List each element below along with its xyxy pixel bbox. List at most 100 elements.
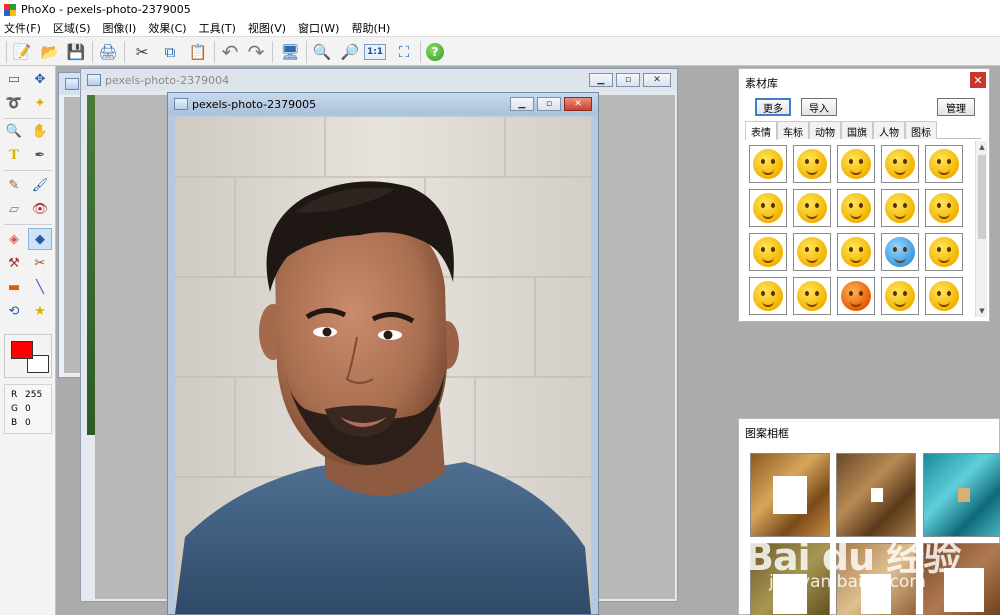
manage-button[interactable]: 管理 [937,98,975,116]
emoji-cell[interactable] [925,233,963,271]
scroll-up-icon[interactable]: ▲ [976,141,988,153]
minimize-button[interactable]: ▁ [589,73,613,87]
tab-emoji[interactable]: 表情 [745,121,777,140]
document-window-middle-titlebar[interactable]: pexels-photo-2379004 ▁ ▫ ✕ [81,69,677,91]
emoji-cell[interactable] [881,233,919,271]
zoom-out-button[interactable]: 🔎 [338,40,362,64]
hand-tool[interactable]: ✋ [28,120,52,142]
frame-thumbnail[interactable] [836,543,916,615]
frame-thumbnail[interactable] [923,453,1000,537]
emoji-cell[interactable] [837,145,875,183]
toolbar-separator [124,41,125,63]
emoji-cell[interactable] [793,189,831,227]
color-selector[interactable] [4,334,52,378]
stamp-tool[interactable]: ⚒ [2,252,26,274]
fill-tool[interactable]: ◈ [2,228,26,250]
close-button[interactable]: ✕ [643,73,671,87]
save-button[interactable]: 💾 [64,40,88,64]
fit-window-button[interactable]: ⛶ [392,40,416,64]
emoji-cell[interactable] [749,277,787,315]
frame-thumbnail[interactable] [923,543,1000,615]
minimize-button[interactable]: ▁ [510,97,534,111]
emoji-cell[interactable] [881,189,919,227]
emoji-cell[interactable] [925,189,963,227]
rect-select-tool[interactable]: ▭ [2,68,26,90]
print-icon: 🖨 [98,42,118,61]
document-window-front-titlebar[interactable]: pexels-photo-2379005 ▁ ▫ ✕ [168,93,598,115]
emoji-cell[interactable] [925,145,963,183]
emoji-cell[interactable] [793,277,831,315]
menu-image[interactable]: 图像(I) [103,20,137,36]
undo-button[interactable]: ↶ [218,40,242,64]
emoji-cell[interactable] [749,189,787,227]
emoji-cell[interactable] [837,189,875,227]
tab-icon[interactable]: 图标 [905,121,937,139]
pencil-tool[interactable]: ✎ [2,174,26,196]
emoji-cell[interactable] [837,277,875,315]
open-button[interactable]: 📂 [38,40,62,64]
screen-capture-button[interactable]: 🖥 [278,40,302,64]
emoji-cell[interactable] [837,233,875,271]
menu-effect[interactable]: 效果(C) [148,20,186,36]
emoji-cell[interactable] [881,277,919,315]
paste-button[interactable]: 📋 [186,40,210,64]
menu-window[interactable]: 窗口(W) [298,20,339,36]
tab-animal[interactable]: 动物 [809,121,841,139]
frame-thumbnail[interactable] [836,453,916,537]
transform-tool[interactable]: ⟲ [2,300,26,322]
material-scrollbar[interactable]: ▲ ▼ [975,141,987,317]
menu-view[interactable]: 视图(V) [248,20,286,36]
line-tool[interactable]: ╲ [28,276,52,298]
brush-tool[interactable]: 🖌 [28,174,52,196]
lasso-tool[interactable]: ➰ [2,92,26,114]
menu-bar: 文件(F) 区域(S) 图像(I) 效果(C) 工具(T) 视图(V) 窗口(W… [0,19,1000,36]
menu-select[interactable]: 区域(S) [53,20,91,36]
red-eye-tool[interactable]: 👁 [28,198,52,220]
document-window-front[interactable]: pexels-photo-2379005 ▁ ▫ ✕ [167,92,599,615]
maximize-button[interactable]: ▫ [616,73,640,87]
tab-flag[interactable]: 国旗 [841,121,873,139]
shape-tool[interactable]: ★ [28,300,52,322]
photo-canvas[interactable] [175,117,591,614]
material-tool[interactable]: ◆ [28,228,52,250]
zoom-in-button[interactable]: 🔍 [310,40,334,64]
frame-thumbnail[interactable] [750,453,830,537]
move-tool[interactable]: ✥ [28,68,52,90]
emoji-face-icon [797,237,827,267]
close-icon[interactable]: ✕ [970,72,986,88]
cut-button[interactable]: ✂ [130,40,154,64]
actual-size-button[interactable]: 1:1 [364,44,386,60]
menu-tools[interactable]: 工具(T) [199,20,236,36]
gradient-tool[interactable]: ▬ [2,276,26,298]
foreground-color-swatch[interactable] [11,341,33,359]
emoji-cell[interactable] [793,145,831,183]
emoji-cell[interactable] [925,277,963,315]
import-button[interactable]: 导入 [801,98,837,116]
scroll-down-icon[interactable]: ▼ [976,305,988,317]
magic-wand-tool[interactable]: ✦ [28,92,52,114]
emoji-cell[interactable] [881,145,919,183]
eyedropper-tool[interactable]: ✒ [28,144,52,166]
more-button[interactable]: 更多 [755,98,791,116]
scissors-tool[interactable]: ✂ [28,252,52,274]
help-button[interactable]: ? [426,43,444,61]
close-button[interactable]: ✕ [564,97,592,111]
menu-file[interactable]: 文件(F) [4,20,41,36]
print-button[interactable]: 🖨 [96,40,120,64]
emoji-cell[interactable] [793,233,831,271]
eraser-tool[interactable]: ▱ [2,198,26,220]
emoji-cell[interactable] [749,145,787,183]
tab-car-logo[interactable]: 车标 [777,121,809,139]
new-button[interactable]: 📝 [10,40,34,64]
tab-people[interactable]: 人物 [873,121,905,139]
frame-thumbnail[interactable] [750,543,830,615]
emoji-cell[interactable] [749,233,787,271]
zoom-tool[interactable]: 🔍 [2,120,26,142]
scroll-thumb[interactable] [978,155,986,239]
redo-button[interactable]: ↷ [244,40,268,64]
maximize-button[interactable]: ▫ [537,97,561,111]
text-tool[interactable]: T [2,144,26,166]
open-icon: 📂 [40,42,60,61]
menu-help[interactable]: 帮助(H) [351,20,390,36]
copy-button[interactable]: ⧉ [158,40,182,64]
